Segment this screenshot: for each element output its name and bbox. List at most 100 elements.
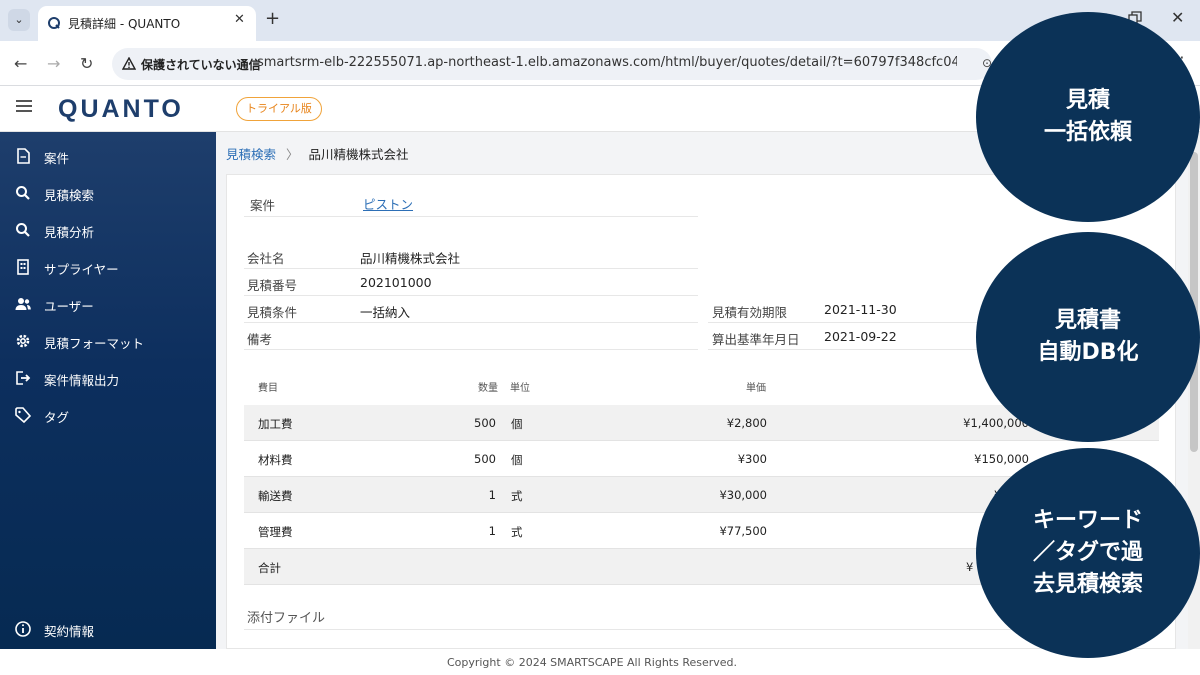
breadcrumb-link-quote-search[interactable]: 見積検索 (226, 147, 276, 162)
window-close-button[interactable]: ✕ (1171, 8, 1184, 27)
building-icon (17, 259, 29, 275)
tab-title: 見積詳細 - QUANTO (68, 17, 181, 31)
sidebar-item-quote-search[interactable]: 見積検索 (0, 178, 216, 208)
security-status[interactable]: 保護されていない通信 (141, 56, 261, 73)
cell-amount: ¥150,000 (974, 452, 1029, 466)
sidebar-item-project-export[interactable]: 案件情報出力 (0, 363, 216, 393)
divider (244, 322, 698, 323)
project-link[interactable]: ピストン (363, 194, 413, 213)
column-header-unit: 単位 (510, 383, 530, 394)
cell-unit: 個 (511, 417, 523, 431)
hamburger-menu-icon[interactable] (16, 100, 32, 112)
callout-line: 見積 (1065, 88, 1110, 114)
expiry-value: 2021-11-30 (824, 302, 897, 317)
tab-close-icon[interactable]: ✕ (234, 12, 245, 27)
cell-amount: ¥1,400,000 (963, 416, 1029, 430)
sidebar-item-label: サプライヤー (44, 262, 119, 277)
users-icon (15, 298, 31, 310)
company-value: 品川精機株式会社 (360, 251, 461, 266)
divider (244, 216, 698, 217)
column-header-item: 費目 (258, 383, 278, 394)
footer: Copyright © 2024 SMARTSCAPE All Rights R… (0, 649, 1200, 675)
quote-number-label: 見積番号 (247, 278, 298, 293)
warning-icon (122, 57, 136, 70)
callout-line: 去見積検索 (1032, 571, 1143, 597)
sidebar-item-contract-info[interactable]: 契約情報 (0, 614, 216, 644)
total-label: 合計 (258, 561, 281, 575)
remarks-label: 備考 (247, 332, 273, 347)
column-header-qty: 数量 (478, 383, 498, 394)
trial-badge: トライアル版 (236, 97, 322, 121)
sidebar-item-users[interactable]: ユーザー (0, 289, 216, 319)
cell-price: ¥77,500 (719, 524, 767, 538)
forward-arrow-icon[interactable]: → (47, 54, 60, 73)
project-label: 案件 (250, 198, 276, 213)
divider (244, 349, 698, 350)
cell-qty: 1 (488, 524, 496, 538)
condition-label: 見積条件 (247, 305, 298, 320)
callout-auto-db: 見積書 自動DB化 (976, 232, 1200, 442)
quanto-favicon-icon (48, 17, 60, 29)
sidebar-item-quote-analysis[interactable]: 見積分析 (0, 215, 216, 245)
sidebar-item-tags[interactable]: タグ (0, 400, 216, 430)
cell-item: 輸送費 (258, 489, 293, 503)
cell-unit: 式 (511, 525, 523, 539)
sidebar-item-label: 見積フォーマット (44, 336, 145, 351)
breadcrumb-current: 品川精機株式会社 (308, 147, 409, 162)
tag-icon (15, 407, 32, 424)
new-tab-button[interactable]: + (265, 8, 280, 29)
sidebar-item-quote-format[interactable]: 見積フォーマット (0, 326, 216, 356)
callout-line: ／タグで過 (1032, 540, 1143, 566)
basis-date-value: 2021-09-22 (824, 329, 897, 344)
search-icon (16, 186, 30, 200)
callout-line: 一括依頼 (1043, 120, 1132, 145)
sidebar-item-label: 見積検索 (44, 188, 95, 203)
sidebar-item-projects[interactable]: 案件 (0, 141, 216, 171)
sidebar-item-label: 案件 (44, 151, 70, 166)
callout-line: 自動DB化 (1037, 340, 1139, 365)
reload-icon[interactable]: ↻ (80, 54, 93, 73)
search-icon (16, 223, 30, 237)
browser-tab[interactable]: 見積詳細 - QUANTO ✕ (38, 6, 256, 41)
column-header-price: 単価 (746, 383, 766, 394)
expiry-label: 見積有効期限 (712, 305, 788, 320)
basis-date-label: 算出基準年月日 (712, 332, 800, 347)
sidebar-item-suppliers[interactable]: サプライヤー (0, 252, 216, 282)
quote-number-value: 202101000 (360, 275, 432, 290)
company-label: 会社名 (247, 251, 285, 266)
tab-search-icon[interactable]: ⌄ (8, 9, 30, 31)
cell-item: 材料費 (258, 453, 293, 467)
breadcrumb: 見積検索〉品川精機株式会社 (226, 144, 409, 163)
sidebar-item-label: 見積分析 (44, 225, 95, 240)
sidebar-item-label: 契約情報 (44, 624, 95, 639)
quanto-logo[interactable]: QUANTO (58, 94, 222, 122)
callout-line: キーワード (1032, 508, 1143, 534)
omnibox[interactable]: 保護されていない通信 smartsrm-elb-222555071.ap-nor… (112, 48, 992, 80)
logo-text: QUANTO (58, 95, 184, 122)
sidebar-item-label: タグ (44, 410, 70, 425)
callout-line: 見積書 (1054, 308, 1121, 334)
cell-item: 加工費 (258, 417, 293, 431)
export-icon (16, 371, 31, 385)
cell-qty: 1 (488, 488, 496, 502)
total-value: ¥ (966, 560, 974, 574)
back-arrow-icon[interactable]: ← (14, 54, 27, 73)
gear-icon (16, 334, 30, 348)
callout-bulk-request: 見積 一括依頼 (976, 12, 1200, 222)
cell-qty: 500 (474, 416, 496, 430)
callout-keyword-search: キーワード ／タグで過 去見積検索 (976, 448, 1200, 658)
sidebar-item-label: 案件情報出力 (44, 373, 120, 388)
divider (708, 349, 988, 350)
copyright-text: Copyright © 2024 SMARTSCAPE All Rights R… (446, 656, 738, 669)
cell-price: ¥300 (737, 452, 767, 466)
condition-value: 一括納入 (360, 305, 411, 320)
info-icon (15, 621, 31, 637)
cell-item: 管理費 (258, 525, 293, 539)
url-text[interactable]: smartsrm-elb-222555071.ap-northeast-1.el… (257, 55, 957, 70)
attachments-label: 添付ファイル (247, 611, 326, 626)
divider (244, 295, 698, 296)
cell-price: ¥30,000 (719, 488, 767, 502)
divider (244, 268, 698, 269)
cell-unit: 個 (511, 453, 523, 467)
sidebar-item-label: ユーザー (44, 299, 94, 314)
